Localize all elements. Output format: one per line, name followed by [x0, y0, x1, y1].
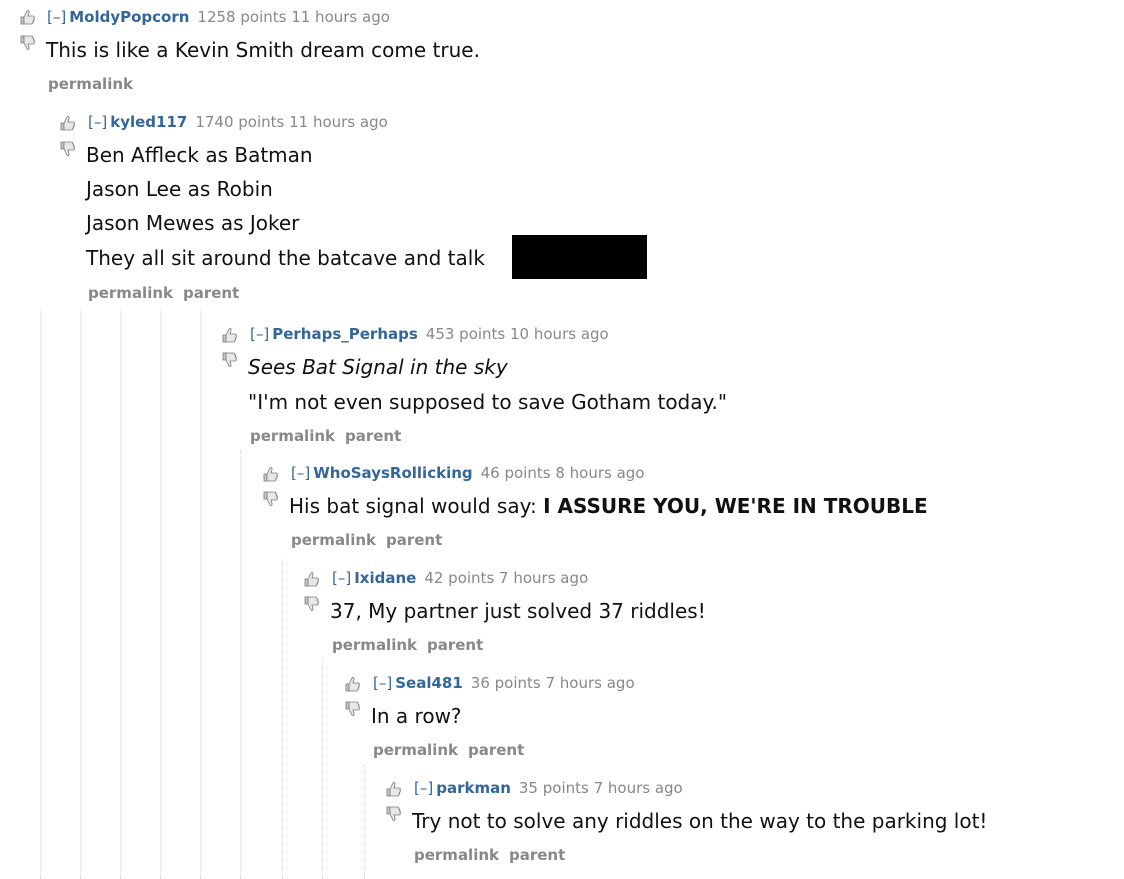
comment-author[interactable]: Ixidane	[354, 569, 416, 587]
comment-text: Ben Affleck as Batman	[86, 143, 313, 167]
permalink-link[interactable]: permalink	[414, 846, 499, 864]
thumbs-up-icon[interactable]	[384, 780, 402, 798]
permalink-link[interactable]: permalink	[250, 427, 335, 445]
thread-guide-line	[120, 310, 121, 879]
thumbs-down-icon[interactable]	[302, 595, 320, 613]
collapse-toggle[interactable]: [–]	[250, 325, 269, 343]
parent-link[interactable]: parent	[386, 531, 442, 549]
comment-text: They all sit around the batcave and talk	[86, 246, 485, 270]
comment-buttons: permalink parent	[373, 740, 534, 760]
thumbs-up-icon[interactable]	[261, 465, 279, 483]
thread-guide-line	[364, 765, 365, 879]
comment-text: Try not to solve any riddles on the way …	[412, 809, 988, 833]
thumbs-up-icon[interactable]	[58, 114, 76, 132]
collapse-toggle[interactable]: [–]	[332, 569, 351, 587]
comment-author[interactable]: MoldyPopcorn	[69, 8, 189, 26]
parent-link[interactable]: parent	[427, 636, 483, 654]
parent-link[interactable]: parent	[509, 846, 565, 864]
parent-link[interactable]: parent	[345, 427, 401, 445]
comment-author[interactable]: WhoSaysRollicking	[313, 464, 472, 482]
thumbs-down-icon[interactable]	[18, 34, 36, 52]
thread-guide-line	[282, 558, 283, 879]
parent-link[interactable]: parent	[183, 284, 239, 302]
collapse-toggle[interactable]: [–]	[373, 674, 392, 692]
comment-tagline: [–] parkman 35 points 7 hours ago	[414, 778, 683, 798]
comment-tagline: [–] kyled117 1740 points 11 hours ago	[88, 112, 388, 132]
permalink-link[interactable]: permalink	[88, 284, 173, 302]
comment-tagline: [–] WhoSaysRollicking 46 points 8 hours ag…	[291, 463, 644, 483]
thread-guide-line	[322, 660, 323, 879]
thumbs-up-icon[interactable]	[302, 570, 320, 588]
permalink-link[interactable]: permalink	[373, 741, 458, 759]
collapse-toggle[interactable]: [–]	[88, 113, 107, 131]
thumbs-up-icon[interactable]	[18, 8, 36, 26]
collapse-toggle[interactable]: [–]	[414, 779, 433, 797]
permalink-link[interactable]: permalink	[332, 636, 417, 654]
comment-buttons: permalink parent	[250, 426, 411, 446]
comment-meta: 36 points 7 hours ago	[470, 674, 635, 692]
thumbs-down-icon[interactable]	[343, 700, 361, 718]
comment-text: In a row?	[371, 704, 462, 728]
comment-meta: 42 points 7 hours ago	[424, 569, 589, 587]
thread-guide-line	[160, 310, 161, 879]
thread-guide-line	[200, 310, 201, 879]
comment-text: 37, My partner just solved 37 riddles!	[330, 599, 706, 623]
comment-text: This is like a Kevin Smith dream come tr…	[46, 38, 480, 62]
comment-meta: 46 points 8 hours ago	[480, 464, 645, 482]
permalink-link[interactable]: permalink	[291, 531, 376, 549]
comment-tagline: [–] Ixidane 42 points 7 hours ago	[332, 568, 588, 588]
comment-text: His bat signal would say: I ASSURE YOU, …	[289, 493, 928, 519]
comment-author[interactable]: kyled117	[110, 113, 187, 131]
thumbs-up-icon[interactable]	[343, 675, 361, 693]
collapse-toggle[interactable]: [–]	[291, 464, 310, 482]
thread-guide-line	[40, 310, 41, 879]
permalink-link[interactable]: permalink	[48, 75, 133, 93]
comment-text: Jason Lee as Robin	[86, 177, 273, 201]
comment-buttons: permalink parent	[291, 530, 452, 550]
thread-guide-line	[80, 310, 81, 879]
comment-tagline: [–] Seal481 36 points 7 hours ago	[373, 673, 635, 693]
comment-text-prefix: His bat signal would say:	[289, 494, 544, 518]
redaction-box	[512, 235, 647, 279]
comment-buttons: permalink parent	[332, 635, 493, 655]
comment-text-bold: I ASSURE YOU, WE'RE IN TROUBLE	[543, 494, 928, 518]
comment-tagline: [–] Perhaps_Perhaps 453 points 10 hours ag…	[250, 324, 609, 344]
comment-text: "I'm not even supposed to save Gotham to…	[248, 390, 728, 414]
comment-author[interactable]: Seal481	[395, 674, 463, 692]
comment-meta: 1258 points 11 hours ago	[197, 8, 390, 26]
thumbs-down-icon[interactable]	[58, 140, 76, 158]
comment-buttons: permalink	[48, 74, 143, 94]
thumbs-down-icon[interactable]	[220, 351, 238, 369]
thread-guide-line	[240, 450, 241, 879]
comment-meta: 1740 points 11 hours ago	[195, 113, 388, 131]
thumbs-down-icon[interactable]	[384, 805, 402, 823]
comment-author[interactable]: Perhaps_Perhaps	[272, 325, 418, 343]
comment-text: Jason Mewes as Joker	[86, 211, 300, 235]
parent-link[interactable]: parent	[468, 741, 524, 759]
comment-buttons: permalink parent	[414, 845, 575, 865]
comment-tagline: [–] MoldyPopcorn 1258 points 11 hours ago	[47, 7, 390, 27]
comment-text-italic: Sees Bat Signal in the sky	[248, 355, 508, 379]
comment-text: Sees Bat Signal in the sky	[248, 354, 508, 380]
collapse-toggle[interactable]: [–]	[47, 8, 66, 26]
comment-meta: 35 points 7 hours ago	[518, 779, 683, 797]
thumbs-down-icon[interactable]	[261, 490, 279, 508]
thumbs-up-icon[interactable]	[220, 326, 238, 344]
comment-buttons: permalink parent	[88, 283, 249, 303]
comment-meta: 453 points 10 hours ago	[425, 325, 609, 343]
comment-author[interactable]: parkman	[436, 779, 511, 797]
